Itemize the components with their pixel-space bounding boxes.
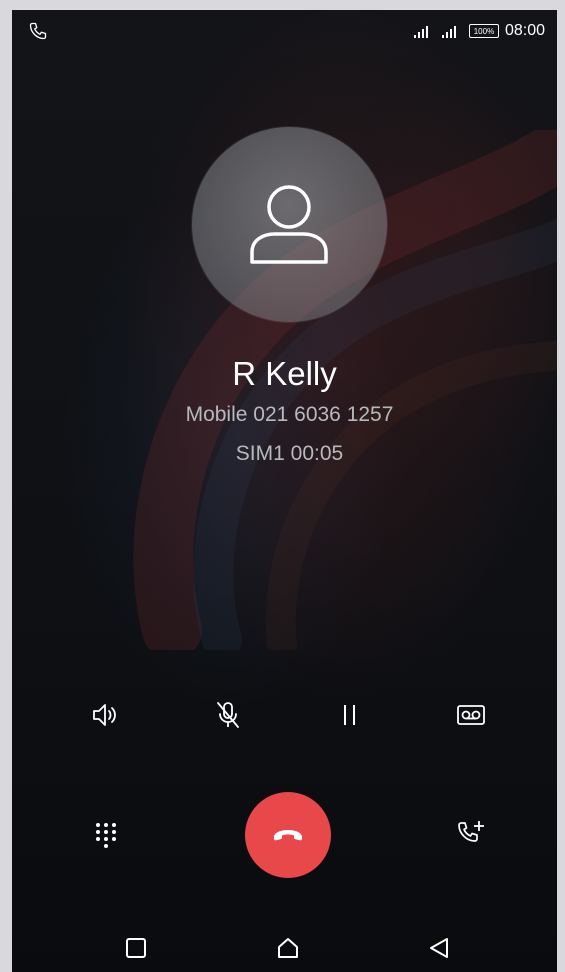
contact-avatar — [192, 127, 387, 322]
end-call-icon — [274, 830, 302, 841]
dialpad-icon — [96, 823, 116, 848]
mute-mic-icon — [217, 702, 239, 728]
recents-button[interactable] — [118, 932, 154, 964]
recents-icon — [126, 938, 146, 958]
back-button[interactable] — [421, 932, 457, 964]
battery-indicator: 100% — [468, 24, 499, 38]
voicemail-record-icon — [457, 705, 485, 725]
signal-icon — [413, 26, 428, 38]
speaker-icon — [93, 704, 116, 726]
dialpad-button[interactable] — [80, 808, 132, 860]
hold-button[interactable] — [323, 689, 375, 741]
phone-screen: 100% 08:00 R Kelly Mobile 021 6036 1257 … — [12, 10, 557, 972]
add-call-button[interactable] — [445, 808, 497, 860]
back-icon — [430, 938, 448, 958]
signal-icon — [441, 26, 456, 38]
status-indicators: 100% 08:00 — [413, 20, 545, 42]
caller-number: Mobile 021 6036 1257 — [185, 403, 394, 426]
home-icon — [278, 938, 298, 958]
person-icon — [250, 185, 328, 264]
status-bar: 100% 08:00 — [12, 10, 557, 52]
call-sim-duration: SIM1 00:05 — [235, 442, 344, 465]
home-button[interactable] — [270, 932, 306, 964]
mute-button[interactable] — [202, 689, 254, 741]
phone-call-icon — [29, 22, 47, 40]
pause-icon — [344, 705, 355, 725]
speaker-button[interactable] — [80, 689, 132, 741]
end-call-button[interactable] — [245, 792, 331, 878]
add-call-icon — [458, 821, 484, 842]
record-button[interactable] — [445, 689, 497, 741]
device-frame: 100% 08:00 R Kelly Mobile 021 6036 1257 … — [0, 0, 565, 972]
caller-name: R Kelly — [232, 355, 337, 392]
status-time: 08:00 — [504, 22, 545, 39]
